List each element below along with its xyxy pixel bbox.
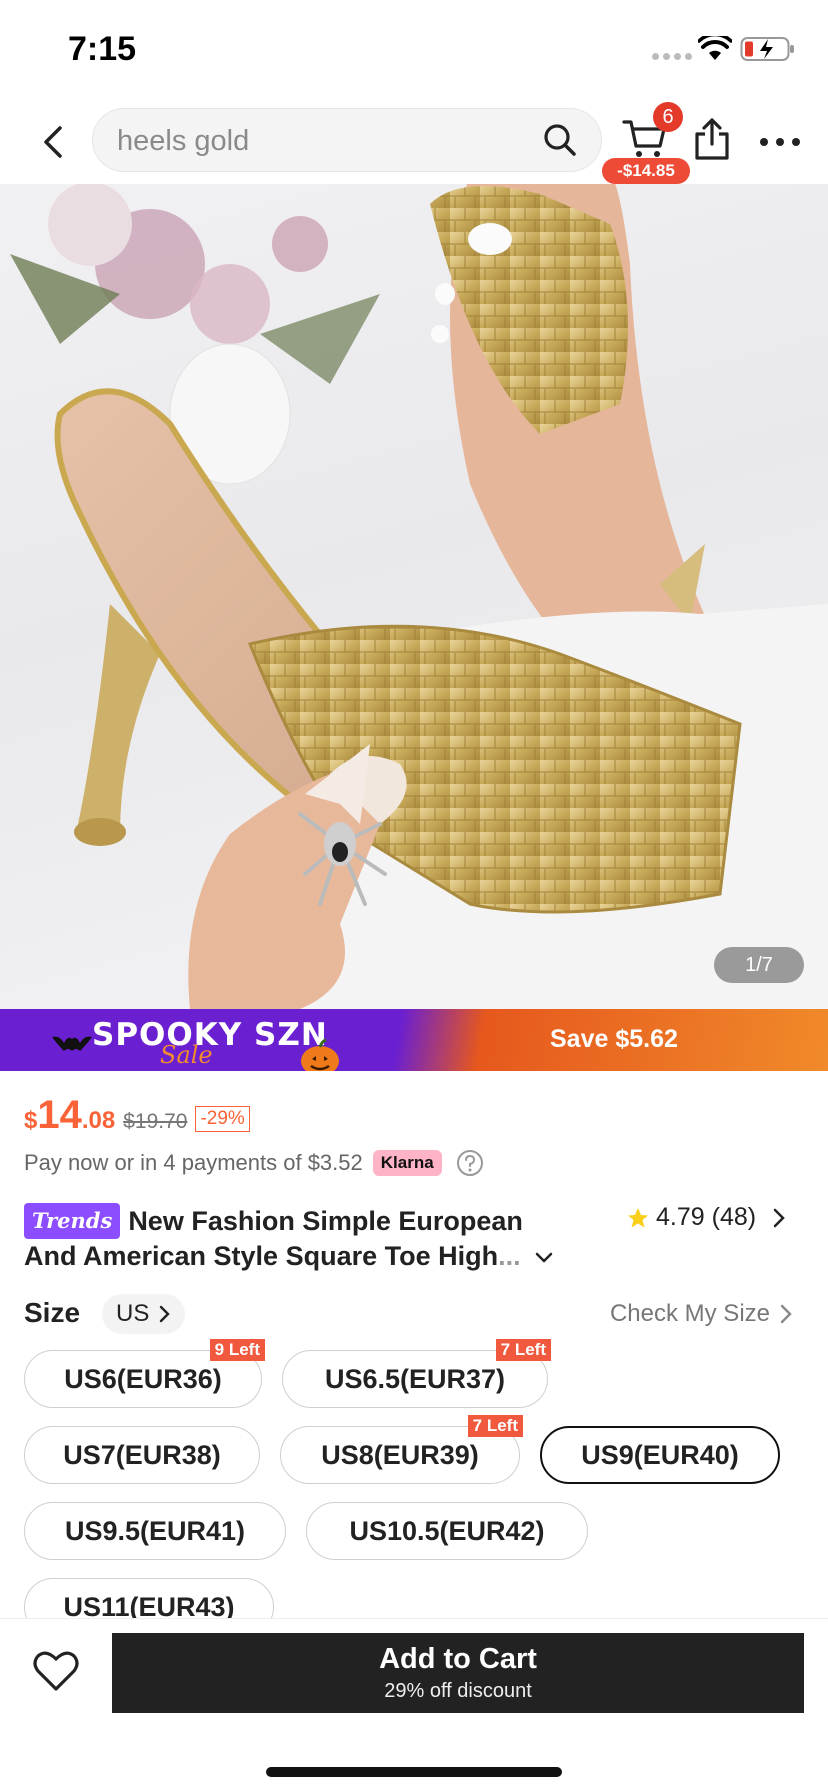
price-current: 14	[37, 1093, 82, 1137]
trends-tag: Trends	[24, 1203, 121, 1239]
check-my-size-label: Check My Size	[609, 1300, 770, 1327]
chevron-right-icon	[773, 1208, 785, 1227]
title-ellipsis: ...	[498, 1241, 521, 1271]
rating-value: 4.79	[656, 1203, 705, 1231]
installment-text: Pay now or in 4 payments of $3.52	[24, 1150, 363, 1175]
search-input[interactable]: heels gold	[92, 108, 602, 172]
add-to-cart-subtext: 29% off discount	[384, 1680, 532, 1702]
stock-left-badge: 7 Left	[467, 1415, 523, 1437]
more-options-icon[interactable]	[758, 136, 802, 148]
size-unit-selector[interactable]: US	[102, 1294, 186, 1334]
chevron-down-icon[interactable]	[534, 1251, 554, 1265]
stock-left-badge: 9 Left	[209, 1339, 265, 1361]
image-counter: 1/7	[714, 947, 804, 983]
home-indicator	[266, 1767, 562, 1777]
search-icon[interactable]	[541, 121, 579, 159]
help-icon[interactable]	[456, 1149, 484, 1177]
add-to-cart-label: Add to Cart	[379, 1643, 537, 1675]
size-option[interactable]: US10.5(EUR42)	[306, 1502, 588, 1560]
size-option[interactable]: US8(EUR39) 7 Left	[280, 1415, 523, 1484]
klarna-logo: Klarna	[372, 1150, 442, 1176]
bat-icon	[52, 1036, 92, 1051]
size-label: Size	[24, 1297, 81, 1328]
back-arrow-icon[interactable]	[36, 122, 72, 162]
title-line-1: New Fashion Simple European	[128, 1206, 523, 1236]
cart-button[interactable]: 6 -$14.85	[602, 100, 690, 184]
star-icon	[628, 1207, 648, 1227]
add-to-cart-button[interactable]: Add to Cart 29% off discount	[112, 1633, 804, 1713]
bottom-action-bar: Add to Cart 29% off discount	[0, 1618, 828, 1792]
review-count: (48)	[711, 1203, 757, 1231]
price-currency: $	[24, 1107, 38, 1134]
promo-subtitle: Sale	[160, 1041, 213, 1069]
cart-discount-badge: -$14.85	[602, 158, 690, 184]
size-option[interactable]: US9.5(EUR41)	[24, 1502, 286, 1560]
promo-save-amount: Save $5.62	[550, 1025, 678, 1053]
size-option-selected[interactable]: US9(EUR40)	[540, 1426, 780, 1484]
status-bar: 7:15	[0, 0, 828, 100]
size-option[interactable]: US6(EUR36) 9 Left	[24, 1339, 265, 1408]
price-row: $ 14 .08 $19.70 -29%	[24, 1093, 250, 1137]
search-query: heels gold	[117, 125, 250, 157]
check-my-size-link[interactable]: Check My Size	[610, 1300, 792, 1328]
stock-left-badge: 7 Left	[495, 1339, 551, 1361]
title-line-2: And American Style Square Toe High	[24, 1241, 499, 1271]
pumpkin-icon	[301, 1038, 339, 1071]
size-option[interactable]: US7(EUR38)	[24, 1426, 260, 1484]
chevron-right-icon	[780, 1304, 792, 1324]
size-option[interactable]: US6.5(EUR37) 7 Left	[282, 1339, 551, 1408]
rating-summary[interactable]: 4.79 (48)	[626, 1203, 786, 1232]
share-icon[interactable]	[692, 116, 732, 162]
chevron-right-icon	[160, 1305, 171, 1323]
product-image-gallery[interactable]: 1/7	[0, 184, 828, 1009]
heart-icon[interactable]	[32, 1649, 80, 1693]
cart-count-badge: 6	[653, 102, 683, 132]
product-title[interactable]: Trends New Fashion Simple European And Am…	[24, 1203, 584, 1273]
price-cents: .08	[81, 1107, 116, 1134]
signal-icon	[652, 53, 692, 60]
promo-banner[interactable]: SPOOKY SZN Sale Save $5.62	[0, 1009, 828, 1071]
installment-info: Pay now or in 4 payments of $3.52 Klarna	[24, 1149, 484, 1177]
discount-badge: -29%	[195, 1106, 250, 1132]
product-photo	[10, 184, 828, 1009]
size-unit-label: US	[116, 1300, 150, 1327]
battery-charging-icon	[740, 37, 794, 61]
price-original: $19.70	[123, 1110, 188, 1133]
status-time: 7:15	[68, 30, 137, 68]
top-nav: heels gold 6 -$14.85	[0, 100, 828, 184]
wifi-icon	[698, 36, 732, 60]
